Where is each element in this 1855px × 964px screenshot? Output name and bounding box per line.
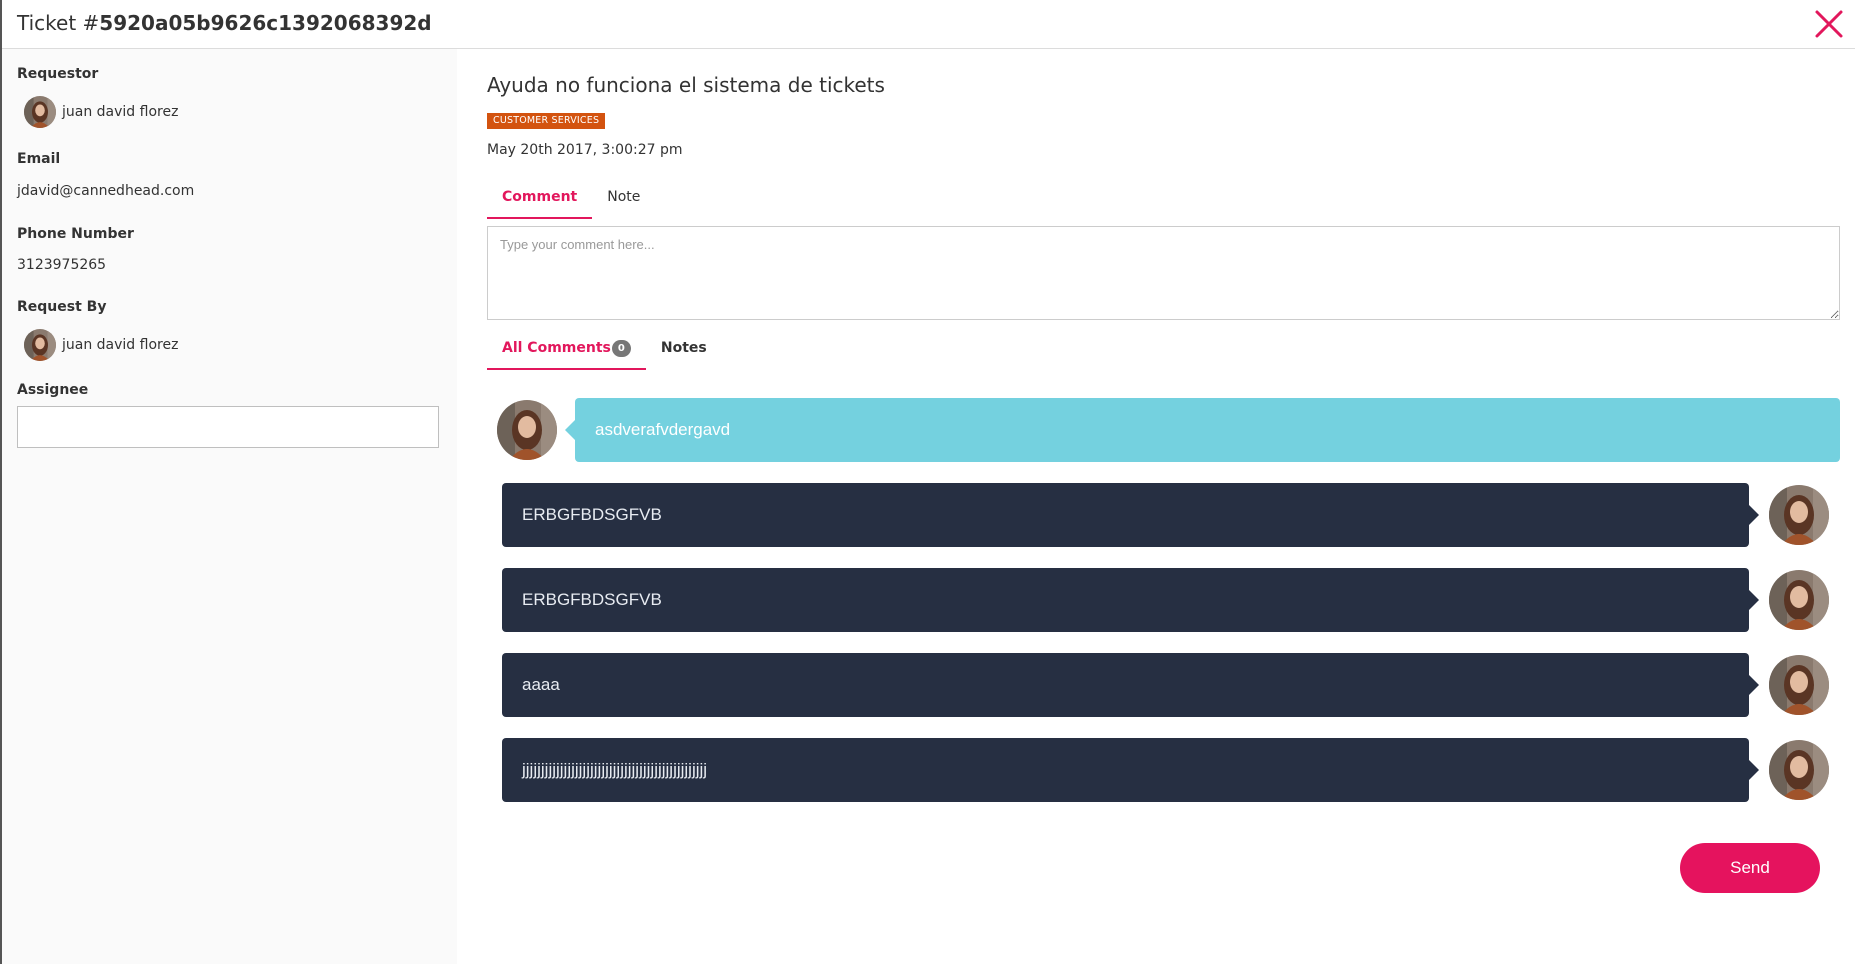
assignee-input[interactable] bbox=[17, 406, 439, 448]
message-bubble: asdverafvdergavd bbox=[575, 398, 1840, 462]
message-bubble: jjjjjjjjjjjjjjjjjjjjjjjjjjjjjjjjjjjjjjjj… bbox=[502, 738, 1749, 802]
compose-tabs: Comment Note bbox=[487, 175, 655, 219]
ticket-details-sidebar: Requestor juan david florez Email jdavid… bbox=[2, 49, 457, 964]
ticket-subject: Ayuda no funciona el sistema de tickets bbox=[487, 73, 885, 97]
ticket-main: Ayuda no funciona el sistema de tickets … bbox=[487, 49, 1855, 964]
close-button[interactable] bbox=[1811, 6, 1847, 42]
ticket-header: Ticket #5920a05b9626c1392068392d bbox=[2, 0, 1855, 49]
request-by-name: juan david florez bbox=[62, 337, 179, 353]
request-by-label: Request By bbox=[17, 299, 107, 315]
requestor[interactable]: juan david florez bbox=[24, 96, 178, 128]
request-by[interactable]: juan david florez bbox=[24, 329, 178, 361]
thread-tabs: All Comments 0 Notes bbox=[487, 326, 722, 370]
phone-label: Phone Number bbox=[17, 226, 134, 242]
message-avatar bbox=[1769, 570, 1829, 630]
message-avatar bbox=[1769, 740, 1829, 800]
tab-all-comments[interactable]: All Comments 0 bbox=[487, 326, 646, 370]
requestor-avatar bbox=[24, 96, 56, 128]
send-button[interactable]: Send bbox=[1680, 843, 1820, 893]
tab-notes[interactable]: Notes bbox=[646, 326, 722, 370]
message-item: ERBGFBDSGFVB bbox=[502, 483, 1840, 547]
ticket-id: 5920a05b9626c1392068392d bbox=[99, 11, 432, 35]
message-item: ERBGFBDSGFVB bbox=[502, 568, 1840, 632]
message-item: asdverafvdergavd bbox=[497, 398, 1840, 462]
comment-input[interactable] bbox=[487, 226, 1840, 320]
message-bubble: ERBGFBDSGFVB bbox=[502, 483, 1749, 547]
requestor-name: juan david florez bbox=[62, 104, 179, 120]
requestor-label: Requestor bbox=[17, 66, 99, 82]
tab-comment[interactable]: Comment bbox=[487, 175, 593, 219]
email-label: Email bbox=[17, 151, 61, 167]
bubble-pointer bbox=[1749, 760, 1759, 780]
message-item: jjjjjjjjjjjjjjjjjjjjjjjjjjjjjjjjjjjjjjjj… bbox=[502, 738, 1840, 802]
tab-note[interactable]: Note bbox=[592, 175, 655, 219]
message-avatar bbox=[1769, 485, 1829, 545]
comments-count-badge: 0 bbox=[611, 339, 631, 357]
close-icon bbox=[1815, 10, 1843, 38]
bubble-pointer bbox=[1749, 675, 1759, 695]
all-comments-label: All Comments bbox=[502, 340, 611, 356]
message-bubble: ERBGFBDSGFVB bbox=[502, 568, 1749, 632]
ticket-title: Ticket #5920a05b9626c1392068392d bbox=[17, 11, 432, 35]
request-by-avatar bbox=[24, 329, 56, 361]
ticket-date: May 20th 2017, 3:00:27 pm bbox=[487, 142, 683, 158]
bubble-pointer bbox=[565, 420, 575, 440]
email-value: jdavid@cannedhead.com bbox=[17, 183, 195, 199]
bubble-pointer bbox=[1749, 505, 1759, 525]
message-avatar bbox=[497, 400, 557, 460]
category-badge: CUSTOMER SERVICES bbox=[487, 113, 606, 129]
message-avatar bbox=[1769, 655, 1829, 715]
phone-value: 3123975265 bbox=[17, 257, 107, 273]
assignee-label: Assignee bbox=[17, 382, 89, 398]
ticket-title-prefix: Ticket # bbox=[17, 11, 100, 35]
message-item: aaaa bbox=[502, 653, 1840, 717]
message-bubble: aaaa bbox=[502, 653, 1749, 717]
bubble-pointer bbox=[1749, 590, 1759, 610]
